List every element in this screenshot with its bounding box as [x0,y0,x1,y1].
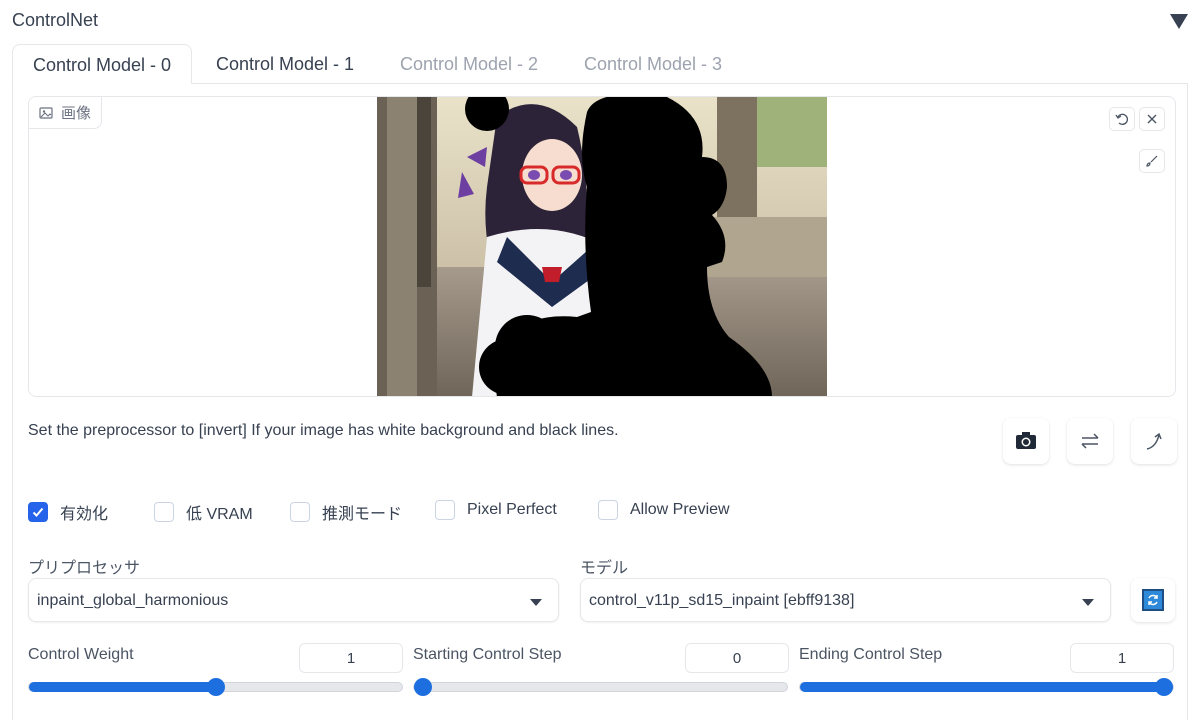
ending-step-label: Ending Control Step [799,646,943,663]
image-source-label: 画像 [29,97,103,129]
control-weight-input[interactable]: 1 [299,643,403,673]
image-icon [39,106,53,119]
refresh-icon [1142,589,1164,611]
preprocessor-hint: Set the preprocessor to [invert] If your… [28,422,619,439]
ending-step-input[interactable]: 1 [1070,643,1174,673]
checkbox-enable[interactable]: 有効化 [28,500,108,524]
image-input[interactable]: 画像 [28,96,1176,397]
brush-icon [1146,155,1158,167]
preprocessor-label: プリプロセッサ [28,560,141,577]
checkbox-guess-mode[interactable]: 推測モード [290,500,402,524]
control-weight-label: Control Weight [28,646,134,663]
control-weight-fill [29,682,216,692]
send-arrow-icon [1146,432,1162,450]
swap-icon [1081,433,1099,449]
checkbox-pixel-perfect-box[interactable] [435,500,455,520]
tab-control-model-1[interactable]: Control Model - 1 [196,44,374,84]
checkbox-enable-label: 有効化 [60,506,109,523]
model-label: モデル [580,560,629,577]
webcam-button[interactable] [1003,418,1049,464]
send-dimensions-button[interactable] [1131,418,1177,464]
check-icon [32,507,44,517]
checkbox-guess-mode-label: 推測モード [322,506,403,523]
mirror-webcam-button[interactable] [1067,418,1113,464]
checkbox-guess-mode-box[interactable] [290,502,310,522]
starting-step-input[interactable]: 0 [685,643,789,673]
preprocessor-value: inpaint_global_harmonious [37,592,229,609]
panel-title: ControlNet [12,10,99,30]
checkbox-enable-box[interactable] [28,502,48,522]
uploaded-image-with-mask [377,97,827,396]
checkbox-allow-preview-box[interactable] [598,500,618,520]
camera-icon [1016,432,1036,449]
checkbox-low-vram-box[interactable] [154,502,174,522]
checkbox-low-vram[interactable]: 低 VRAM [154,500,253,524]
checkbox-pixel-perfect-label: Pixel Perfect [467,501,557,518]
model-select[interactable]: control_v11p_sd15_inpaint [ebff9138] [580,578,1111,622]
checkbox-low-vram-label: 低 VRAM [186,506,253,523]
tab-control-model-3[interactable]: Control Model - 3 [564,44,742,84]
tab-control-model-0[interactable]: Control Model - 0 [12,44,193,84]
tab-control-model-2[interactable]: Control Model - 2 [380,44,558,84]
control-weight-thumb[interactable] [207,678,225,696]
checkbox-allow-preview[interactable]: Allow Preview [598,500,730,520]
undo-button[interactable] [1109,107,1135,131]
undo-icon [1115,113,1128,125]
preprocessor-select[interactable]: inpaint_global_harmonious [28,578,559,622]
refresh-models-button[interactable] [1131,578,1175,622]
clear-image-button[interactable] [1139,107,1165,131]
chevron-down-icon [1082,599,1094,606]
starting-step-thumb[interactable] [414,678,432,696]
model-value: control_v11p_sd15_inpaint [ebff9138] [589,592,855,609]
close-icon [1147,114,1157,124]
collapse-toggle-icon[interactable] [1170,14,1188,29]
checkbox-allow-preview-label: Allow Preview [630,501,730,518]
chevron-down-icon [530,599,542,606]
checkbox-pixel-perfect[interactable]: Pixel Perfect [435,500,557,520]
starting-step-label: Starting Control Step [413,646,562,663]
ending-step-thumb[interactable] [1155,678,1173,696]
brush-button[interactable] [1139,149,1165,173]
image-label-text: 画像 [61,105,92,122]
ending-step-fill [800,682,1173,692]
ending-step-slider[interactable] [799,678,1174,696]
control-weight-slider[interactable] [28,678,403,696]
starting-step-slider[interactable] [413,678,788,696]
